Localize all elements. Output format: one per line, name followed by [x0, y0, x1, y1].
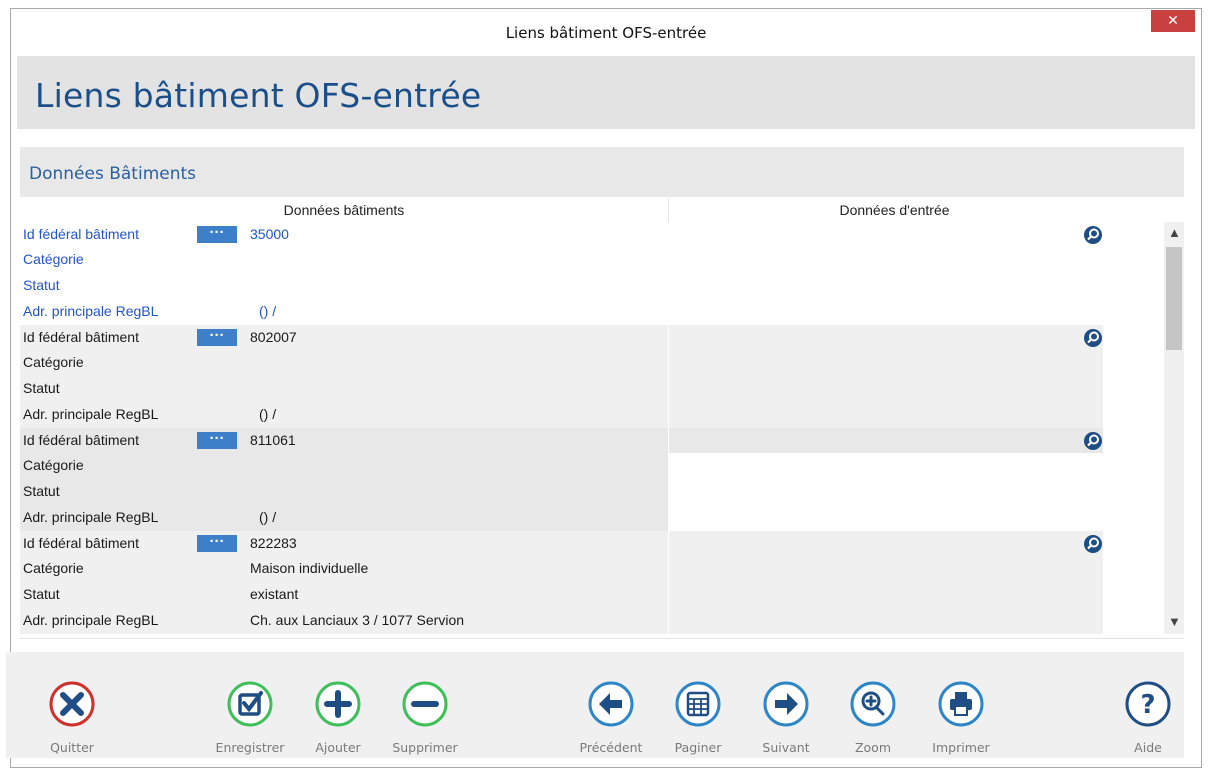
section-title: Données Bâtiments [29, 164, 197, 184]
zoom-button[interactable]: Zoom [833, 680, 913, 755]
vertical-scrollbar[interactable]: ▲ ▼ [1164, 222, 1184, 634]
plus-icon [315, 681, 361, 727]
value-adresse: () / [259, 406, 277, 422]
page-title: Liens bâtiment OFS-entrée [35, 76, 482, 115]
zoom-in-icon [850, 681, 896, 727]
column-header-donnees-entree: Données d'entrée [839, 202, 950, 218]
browse-building-button[interactable]: ··· [197, 534, 237, 552]
label-statut: Statut [23, 277, 60, 293]
previous-label: Précédent [579, 740, 643, 755]
label-statut: Statut [23, 380, 60, 396]
label-categorie: Catégorie [23, 251, 84, 267]
minus-icon [402, 681, 448, 727]
search-icon[interactable] [1083, 225, 1103, 245]
label-id-federal: Id fédéral bâtiment [23, 329, 139, 345]
checkbox-icon [227, 681, 273, 727]
scroll-up-icon[interactable]: ▲ [1168, 225, 1181, 240]
help-icon: ? [1125, 681, 1171, 727]
print-button[interactable]: Imprimer [921, 680, 1001, 755]
browse-building-button[interactable]: ··· [197, 328, 237, 346]
bottom-toolbar: Quitter Enregistrer Ajouter Supprimer Pr… [6, 652, 1184, 758]
next-button[interactable]: Suivant [746, 680, 826, 755]
label-id-federal: Id fédéral bâtiment [23, 535, 139, 551]
value-adresse: () / [259, 303, 277, 319]
paginate-button[interactable]: Paginer [658, 680, 738, 755]
value-id-federal: 811061 [250, 432, 296, 448]
records-list: Id fédéral bâtiment ··· 35000 Catégorie … [20, 222, 1120, 635]
add-label: Ajouter [315, 740, 361, 755]
value-categorie: Maison individuelle [250, 560, 369, 576]
value-id-federal: 35000 [250, 226, 289, 242]
record-row[interactable]: Id fédéral bâtiment ··· 811061 Catégorie… [20, 428, 1120, 531]
record-row-id: Id fédéral bâtiment ··· 822283 [20, 531, 1120, 556]
label-adresse: Adr. principale RegBL [23, 612, 159, 628]
print-label: Imprimer [932, 740, 990, 755]
label-categorie: Catégorie [23, 457, 84, 473]
value-adresse: Ch. aux Lanciaux 3 / 1077 Servion [250, 612, 465, 628]
svg-text:?: ? [1140, 690, 1155, 720]
search-icon[interactable] [1083, 328, 1103, 348]
save-label: Enregistrer [215, 740, 285, 755]
quit-label: Quitter [50, 740, 94, 755]
window-title: Liens bâtiment OFS-entrée [505, 24, 707, 42]
arrow-left-icon [588, 681, 634, 727]
column-headers: Données bâtiments Données d'entrée [20, 198, 1184, 222]
label-adresse: Adr. principale RegBL [23, 406, 159, 422]
help-button[interactable]: ? Aide [1108, 680, 1188, 755]
value-statut: existant [250, 586, 299, 602]
record-row-id: Id fédéral bâtiment ··· 35000 [20, 222, 1120, 247]
column-header-donnees-batiments: Données bâtiments [20, 198, 669, 222]
browse-building-button[interactable]: ··· [197, 225, 237, 243]
label-adresse: Adr. principale RegBL [23, 509, 159, 525]
record-row[interactable]: Id fédéral bâtiment ··· 35000 Catégorie … [20, 222, 1120, 325]
scrollbar-thumb[interactable] [1166, 247, 1182, 350]
delete-label: Supprimer [392, 740, 458, 755]
value-id-federal: 802007 [250, 329, 297, 345]
browse-building-button[interactable]: ··· [197, 431, 237, 449]
arrow-right-icon [763, 681, 809, 727]
label-categorie: Catégorie [23, 354, 84, 370]
search-icon[interactable] [1083, 431, 1103, 451]
paginate-label: Paginer [674, 740, 722, 755]
value-id-federal: 822283 [250, 535, 297, 551]
scroll-down-icon[interactable]: ▼ [1168, 614, 1181, 629]
value-adresse: () / [259, 509, 277, 525]
previous-button[interactable]: Précédent [571, 680, 651, 755]
record-row[interactable]: Id fédéral bâtiment ··· 802007 Catégorie… [20, 325, 1120, 428]
section-header: Données Bâtiments [20, 147, 1184, 197]
close-icon [49, 681, 95, 727]
next-label: Suivant [762, 740, 810, 755]
label-statut: Statut [23, 586, 60, 602]
label-id-federal: Id fédéral bâtiment [23, 226, 139, 242]
add-button[interactable]: Ajouter [298, 680, 378, 755]
page-header: Liens bâtiment OFS-entrée [17, 56, 1195, 129]
quit-button[interactable]: Quitter [32, 680, 112, 755]
record-row-id: Id fédéral bâtiment ··· 802007 [20, 325, 1120, 350]
record-row-id: Id fédéral bâtiment ··· 811061 [20, 428, 1120, 453]
label-id-federal: Id fédéral bâtiment [23, 432, 139, 448]
title-bar: Liens bâtiment OFS-entrée ✕ [11, 9, 1201, 56]
grid-icon [675, 681, 721, 727]
label-categorie: Catégorie [23, 560, 84, 576]
label-adresse: Adr. principale RegBL [23, 303, 159, 319]
close-window-button[interactable]: ✕ [1151, 10, 1195, 32]
printer-icon [938, 681, 984, 727]
help-label: Aide [1134, 740, 1162, 755]
zoom-label: Zoom [854, 740, 892, 755]
record-row[interactable]: Id fédéral bâtiment ··· 822283 Catégorie… [20, 531, 1120, 634]
search-icon[interactable] [1083, 534, 1103, 554]
save-button[interactable]: Enregistrer [210, 680, 290, 755]
label-statut: Statut [23, 483, 60, 499]
delete-button[interactable]: Supprimer [385, 680, 465, 755]
divider [20, 638, 1184, 639]
